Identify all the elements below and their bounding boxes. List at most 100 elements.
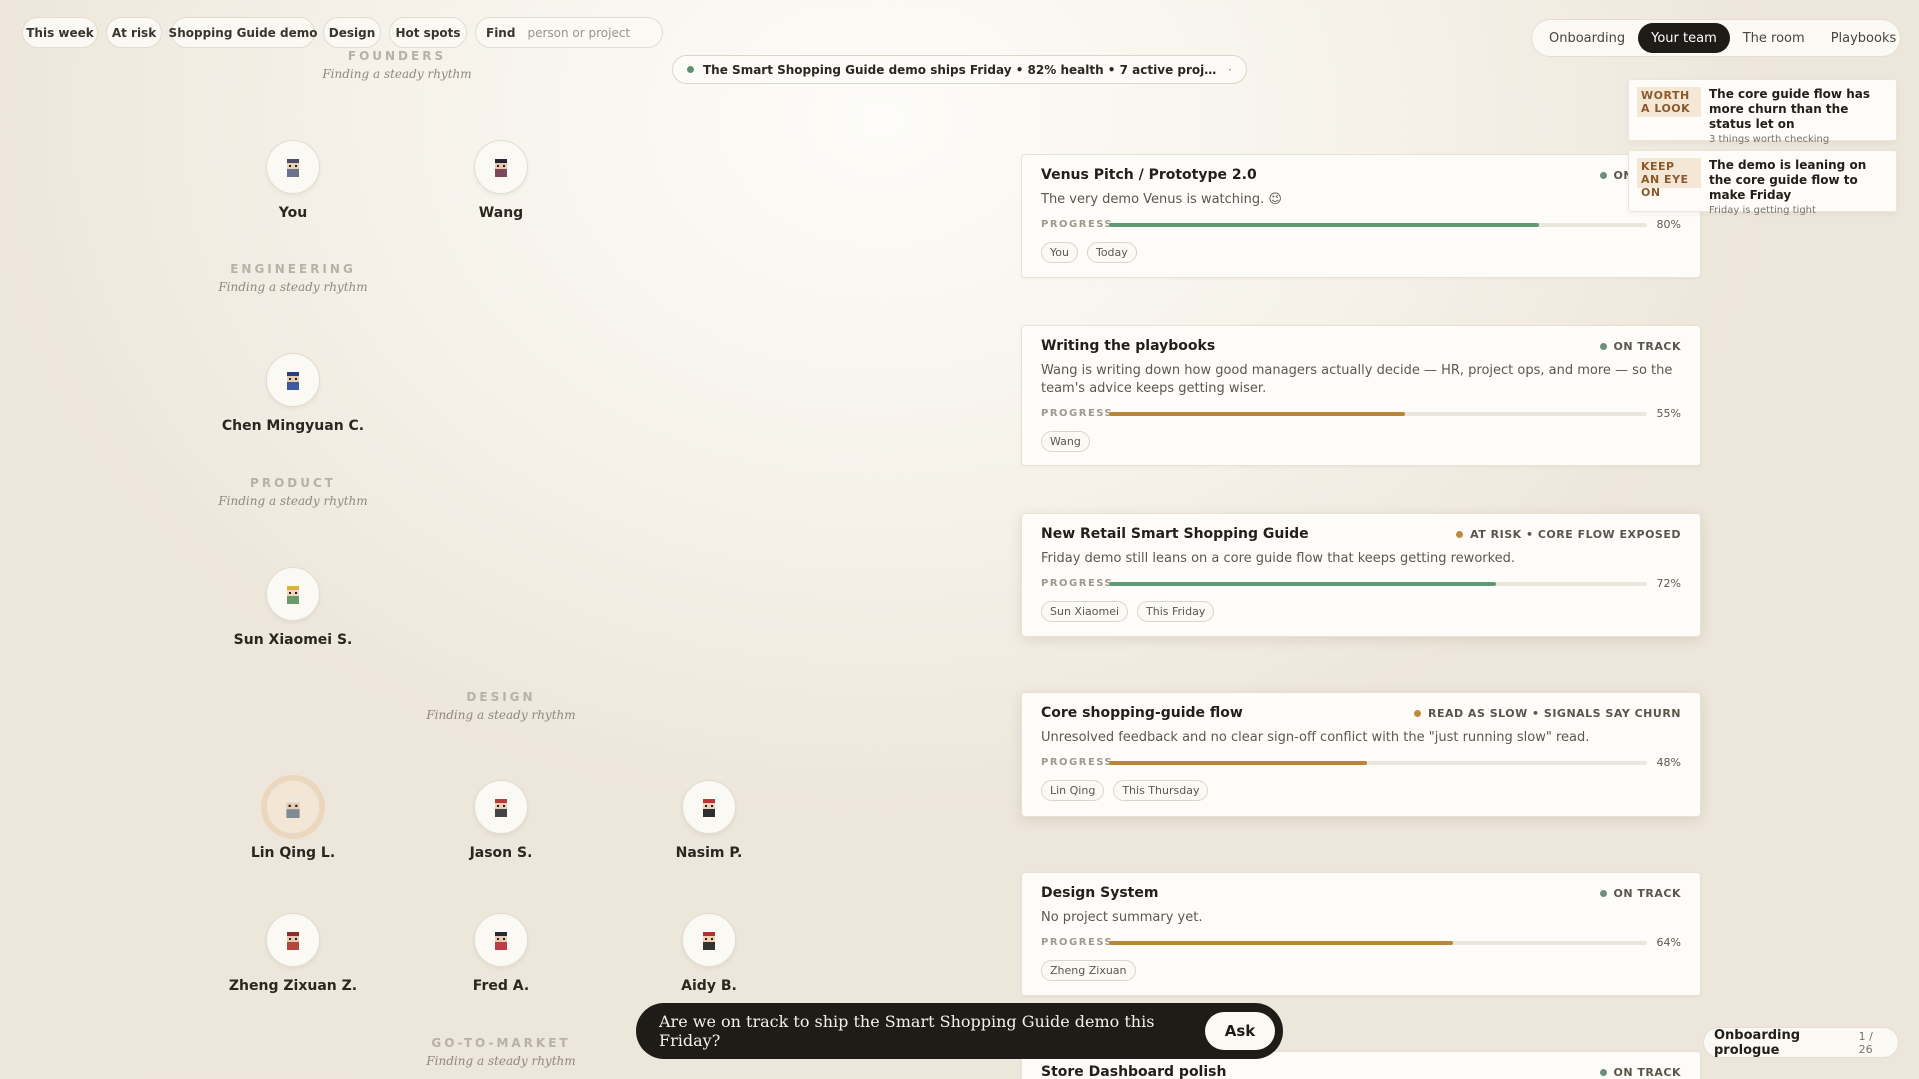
top-nav: Onboarding Your team The room Playbooks <box>1531 19 1901 57</box>
pixel-avatar-icon <box>287 932 299 950</box>
person-chen-mingyuan[interactable]: Chen Mingyuan C. <box>203 353 383 434</box>
tag-owner[interactable]: Wang <box>1041 431 1090 452</box>
tag-owner[interactable]: Zheng Zixuan <box>1041 960 1136 981</box>
tab-the-room[interactable]: The room <box>1730 23 1818 53</box>
progress-value: 72% <box>1656 577 1681 590</box>
person-name: Aidy B. <box>681 978 737 994</box>
progress-fill <box>1109 411 1405 416</box>
status-badge: READ AS SLOW • SIGNALS SAY CHURN <box>1413 707 1681 720</box>
person-wang[interactable]: Wang <box>411 140 591 221</box>
project-card[interactable]: Core shopping-guide flow READ AS SLOW • … <box>1021 692 1701 817</box>
progress-value: 80% <box>1656 218 1681 231</box>
group-founders: FOUNDERS Finding a steady rhythm <box>287 49 507 81</box>
person-name: Chen Mingyuan C. <box>221 418 365 434</box>
progress-label: PROGRESS <box>1041 937 1114 948</box>
alert-kind: KEEP AN EYE ON <box>1637 158 1701 199</box>
alert-worth-a-look[interactable]: WORTH A LOOK The core guide flow has mor… <box>1628 79 1897 145</box>
status-summary-pill[interactable]: The Smart Shopping Guide demo ships Frid… <box>672 55 1247 84</box>
person-name: Sun Xiaomei S. <box>233 632 353 648</box>
pixel-avatar-icon <box>287 159 299 177</box>
group-name: GO-TO-MARKET <box>431 1036 571 1050</box>
tag-owner[interactable]: Sun Xiaomei <box>1041 601 1129 622</box>
health-dot <box>687 66 694 73</box>
project-card[interactable]: New Retail Smart Shopping Guide AT RISK … <box>1021 513 1701 637</box>
person-name: Jason S. <box>469 845 533 861</box>
avatar <box>266 353 320 407</box>
group-name: PRODUCT <box>250 476 336 490</box>
person-zheng-zixuan[interactable]: Zheng Zixuan Z. <box>203 913 383 994</box>
avatar <box>474 780 528 834</box>
tab-your-team[interactable]: Your team <box>1638 23 1730 53</box>
person-lin-qing[interactable]: Lin Qing L. <box>203 780 383 861</box>
filter-hot-spots[interactable]: Hot spots <box>389 17 467 48</box>
group-subtitle: Finding a steady rhythm <box>322 67 472 81</box>
onboarding-prologue[interactable]: Onboarding prologue 1 / 26 <box>1703 1027 1899 1058</box>
progress-fill <box>1109 940 1454 945</box>
avatar <box>266 140 320 194</box>
avatar <box>266 913 320 967</box>
filter-this-week[interactable]: This week <box>22 17 98 48</box>
progress-fill <box>1109 581 1497 586</box>
progress-bar <box>1109 222 1647 227</box>
filter-shopping-guide-demo[interactable]: Shopping Guide demo <box>169 17 317 48</box>
alert-subtitle: Friday is getting tight <box>1709 205 1816 216</box>
group-engineering: ENGINEERING Finding a steady rhythm <box>183 262 403 294</box>
progress-label: PROGRESS <box>1041 219 1114 230</box>
person-name: Fred A. <box>472 978 530 994</box>
tab-playbooks[interactable]: Playbooks <box>1818 23 1910 53</box>
status-badge: AT RISK • CORE FLOW EXPOSED <box>1456 528 1681 541</box>
progress-value: 48% <box>1656 756 1681 769</box>
progress-value: 64% <box>1656 936 1681 949</box>
group-subtitle: Finding a steady rhythm <box>426 1054 576 1068</box>
filter-at-risk[interactable]: At risk <box>106 17 162 48</box>
status-dot <box>1599 1068 1607 1076</box>
project-title: Store Dashboard polish <box>1041 1064 1227 1079</box>
person-name: Zheng Zixuan Z. <box>228 978 358 994</box>
person-you[interactable]: You <box>203 140 383 221</box>
person-aidy[interactable]: Aidy B. <box>619 913 799 994</box>
project-card[interactable]: Design System ON TRACK No project summar… <box>1021 872 1701 996</box>
tag-due[interactable]: This Friday <box>1137 601 1215 622</box>
project-description: The very demo Venus is watching. 😉 <box>1041 192 1282 207</box>
status-dot <box>1456 530 1464 538</box>
prologue-label: Onboarding prologue <box>1714 1027 1801 1058</box>
alert-keep-an-eye-on[interactable]: KEEP AN EYE ON The demo is leaning on th… <box>1628 150 1897 216</box>
alert-kind: WORTH A LOOK <box>1637 87 1701 117</box>
person-fred[interactable]: Fred A. <box>411 913 591 994</box>
project-card[interactable]: Venus Pitch / Prototype 2.0 ON TRACK The… <box>1021 154 1701 278</box>
avatar <box>682 780 736 834</box>
ask-button[interactable]: Ask <box>1205 1012 1275 1050</box>
filter-design[interactable]: Design <box>323 17 381 48</box>
avatar <box>474 140 528 194</box>
status-text: AT RISK • CORE FLOW EXPOSED <box>1470 527 1681 541</box>
project-card[interactable]: Writing the playbooks ON TRACK Wang is w… <box>1021 325 1701 466</box>
tab-onboarding[interactable]: Onboarding <box>1536 23 1638 53</box>
status-more: · <box>1228 62 1232 77</box>
person-name: Lin Qing L. <box>250 845 336 861</box>
progress-label: PROGRESS <box>1041 578 1114 589</box>
tag-due[interactable]: This Thursday <box>1113 780 1209 801</box>
project-description: Friday demo still leans on a core guide … <box>1041 551 1516 566</box>
progress-row: PROGRESS 72% <box>1041 577 1681 590</box>
ask-bar[interactable]: Are we on track to ship the Smart Shoppi… <box>636 1003 1283 1059</box>
person-name: Nasim P. <box>675 845 743 861</box>
status-text: ON TRACK <box>1613 886 1681 900</box>
progress-label: PROGRESS <box>1041 757 1114 768</box>
status-text: ON TRACK <box>1613 1065 1681 1079</box>
project-title: New Retail Smart Shopping Guide <box>1041 526 1309 542</box>
group-subtitle: Finding a steady rhythm <box>218 494 368 508</box>
person-nasim[interactable]: Nasim P. <box>619 780 799 861</box>
ask-question[interactable]: Are we on track to ship the Smart Shoppi… <box>659 1012 1205 1050</box>
tag-owner[interactable]: Lin Qing <box>1041 780 1105 801</box>
pixel-avatar-icon <box>703 932 715 950</box>
tag-owner[interactable]: You <box>1041 242 1078 263</box>
find-input[interactable]: Find person or project <box>475 17 663 48</box>
prologue-count: 1 / 26 <box>1858 1029 1873 1056</box>
progress-row: PROGRESS 80% <box>1041 218 1681 231</box>
tag-due[interactable]: Today <box>1086 242 1137 263</box>
status-dot <box>1599 342 1607 350</box>
person-jason[interactable]: Jason S. <box>411 780 591 861</box>
person-name: Wang <box>478 205 524 221</box>
alert-title: The core guide flow has more churn than … <box>1709 87 1870 131</box>
person-sun-xiaomei[interactable]: Sun Xiaomei S. <box>203 567 383 648</box>
